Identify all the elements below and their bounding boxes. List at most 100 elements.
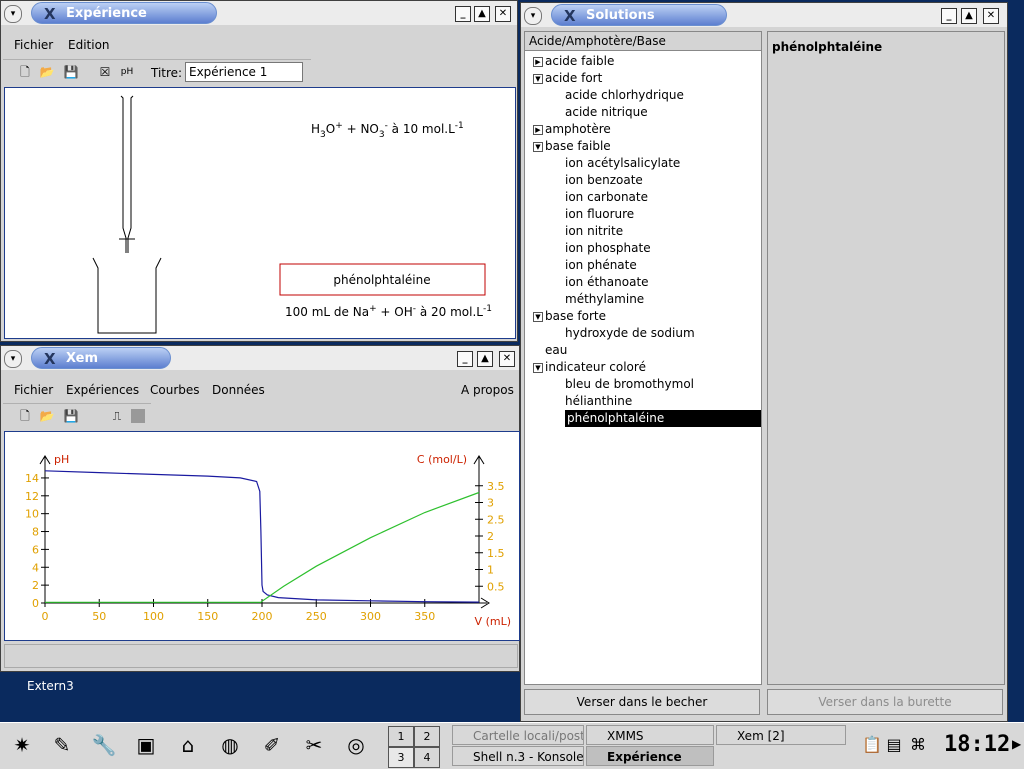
- task-xmms[interactable]: XMMS: [586, 725, 714, 745]
- expand-plus-icon[interactable]: ▶: [533, 125, 543, 135]
- tree-category[interactable]: base faible: [545, 138, 611, 155]
- pager-desktop-2[interactable]: 2: [414, 726, 440, 747]
- tree-item[interactable]: ion acétylsalicylate: [565, 155, 680, 172]
- menu-edition[interactable]: Edition: [68, 38, 110, 52]
- tools-icon[interactable]: ✂: [300, 731, 328, 759]
- settings-icon[interactable]: 🔧: [90, 731, 118, 759]
- pager-desktop-4[interactable]: 4: [414, 747, 440, 768]
- new-file-icon[interactable]: 🗋: [17, 408, 33, 424]
- tree-item[interactable]: hélianthine: [565, 393, 632, 410]
- x-tick-label: 250: [306, 610, 327, 623]
- x-tick-label: 50: [92, 610, 106, 623]
- menu-fichier[interactable]: Fichier: [14, 383, 53, 397]
- scroll-right-icon[interactable]: ▶: [1012, 737, 1021, 751]
- tree-item[interactable]: bleu de bromothymol: [565, 376, 694, 393]
- experience-window: ▾ X Expérience _ ▲ ✕ Fichier Edition 🗋 📂…: [0, 0, 518, 342]
- curve-icon[interactable]: ⎍: [109, 408, 125, 424]
- tree-item[interactable]: ion carbonate: [565, 189, 648, 206]
- terminal-icon[interactable]: ▣: [132, 731, 160, 759]
- window-menu-icon[interactable]: ▾: [524, 7, 542, 25]
- menu-experiences[interactable]: Expériences: [66, 383, 139, 397]
- expand-minus-icon[interactable]: ▼: [533, 74, 543, 84]
- network-icon[interactable]: ⌘: [904, 731, 932, 759]
- expand-minus-icon[interactable]: ▼: [533, 142, 543, 152]
- maximize-icon[interactable]: ▲: [961, 8, 977, 24]
- tree-item[interactable]: ion phénate: [565, 257, 637, 274]
- minimize-icon[interactable]: _: [941, 8, 957, 24]
- stop-icon[interactable]: [131, 409, 145, 423]
- tree-item[interactable]: phénolphtaléine: [565, 410, 761, 427]
- window-menu-icon[interactable]: ▾: [4, 350, 22, 368]
- tree-item[interactable]: hydroxyde de sodium: [565, 325, 695, 342]
- x-tick-label: 0: [42, 610, 49, 623]
- new-file-icon[interactable]: 🗋: [17, 64, 33, 80]
- verser-becher-button[interactable]: Verser dans le becher: [524, 689, 760, 715]
- task-experience[interactable]: Expérience: [586, 746, 714, 766]
- delete-icon[interactable]: ☒: [97, 64, 113, 80]
- minimize-icon[interactable]: _: [457, 351, 473, 367]
- tree-item[interactable]: acide nitrique: [565, 104, 648, 121]
- save-icon[interactable]: 💾: [63, 64, 79, 80]
- close-icon[interactable]: ✕: [983, 8, 999, 24]
- ph-icon[interactable]: pH: [119, 64, 135, 80]
- close-icon[interactable]: ✕: [495, 6, 511, 22]
- menu-a-propos[interactable]: A propos: [461, 383, 514, 397]
- tree-item[interactable]: méthylamine: [565, 291, 644, 308]
- beaker-icon[interactable]: [92, 257, 162, 334]
- help-icon[interactable]: ◎: [342, 731, 370, 759]
- expand-minus-icon[interactable]: ▼: [533, 363, 543, 373]
- experience-title-pill[interactable]: X Expérience: [31, 2, 217, 24]
- menu-donnees[interactable]: Données: [212, 383, 265, 397]
- kde-menu-icon[interactable]: ✷: [8, 731, 36, 759]
- tree-category[interactable]: acide fort: [545, 70, 602, 87]
- x-tick-label: 100: [143, 610, 164, 623]
- tree-item[interactable]: ion éthanoate: [565, 274, 649, 291]
- home-icon[interactable]: ⌂: [174, 731, 202, 759]
- xem-titlebar[interactable]: ▾ X Xem _ ▲ ✕: [1, 346, 519, 370]
- solutions-title-pill[interactable]: X Solutions: [551, 4, 727, 26]
- tree-item[interactable]: ion benzoate: [565, 172, 643, 189]
- expand-minus-icon[interactable]: ▼: [533, 312, 543, 322]
- tree-category[interactable]: base forte: [545, 308, 606, 325]
- verser-burette-button[interactable]: Verser dans la burette: [767, 689, 1003, 715]
- solutions-window: ▾ X Solutions _ ▲ ✕ Acide/Amphotère/Base…: [520, 2, 1008, 722]
- x-logo-icon: X: [44, 350, 56, 368]
- tree-item[interactable]: acide chlorhydrique: [565, 87, 684, 104]
- y-right-tick-label: 2: [487, 530, 494, 543]
- titration-chart[interactable]: pH C (mol/L) V (mL) 0 50 100 150 200 250 300 350 0 2…: [5, 432, 519, 640]
- experience-titlebar[interactable]: ▾ X Expérience _ ▲ ✕: [1, 1, 517, 25]
- save-icon[interactable]: 💾: [63, 408, 79, 424]
- solutions-titlebar[interactable]: ▾ X Solutions _ ▲ ✕: [521, 3, 1007, 27]
- tree-category[interactable]: amphotère: [545, 121, 611, 138]
- close-icon[interactable]: ✕: [499, 351, 515, 367]
- titre-input[interactable]: [185, 62, 303, 82]
- tree-item[interactable]: ion nitrite: [565, 223, 623, 240]
- maximize-icon[interactable]: ▲: [477, 351, 493, 367]
- tree-header[interactable]: Acide/Amphotère/Base: [525, 32, 761, 51]
- browser-icon[interactable]: ◍: [216, 731, 244, 759]
- expand-plus-icon[interactable]: ▶: [533, 57, 543, 67]
- task-xem[interactable]: Xem [2]: [716, 725, 846, 745]
- menu-courbes[interactable]: Courbes: [150, 383, 200, 397]
- open-folder-icon[interactable]: 📂: [39, 408, 55, 424]
- xem-title: Xem: [66, 351, 99, 366]
- pager-desktop-3[interactable]: 3: [388, 747, 414, 768]
- maximize-icon[interactable]: ▲: [474, 6, 490, 22]
- window-menu-icon[interactable]: ▾: [4, 5, 22, 23]
- pager-desktop-1[interactable]: 1: [388, 726, 414, 747]
- tree-item[interactable]: ion phosphate: [565, 240, 651, 257]
- open-folder-icon[interactable]: 📂: [39, 64, 55, 80]
- tree-category[interactable]: indicateur coloré: [545, 359, 646, 376]
- tree-item[interactable]: ion fluorure: [565, 206, 634, 223]
- desktop-icon[interactable]: ✎: [48, 731, 76, 759]
- task-konsole[interactable]: Shell n.3 - Konsole: [452, 746, 584, 766]
- menu-fichier[interactable]: Fichier: [14, 38, 53, 52]
- clock[interactable]: 18:12: [944, 731, 1010, 759]
- task-cartelle[interactable]: Cartelle locali/posta: [452, 725, 584, 745]
- burette-icon[interactable]: [119, 95, 135, 253]
- minimize-icon[interactable]: _: [455, 6, 471, 22]
- editor-icon[interactable]: ✐: [258, 731, 286, 759]
- tree-category[interactable]: eau: [545, 342, 567, 359]
- xem-title-pill[interactable]: X Xem: [31, 347, 171, 369]
- tree-category[interactable]: acide faible: [545, 53, 614, 70]
